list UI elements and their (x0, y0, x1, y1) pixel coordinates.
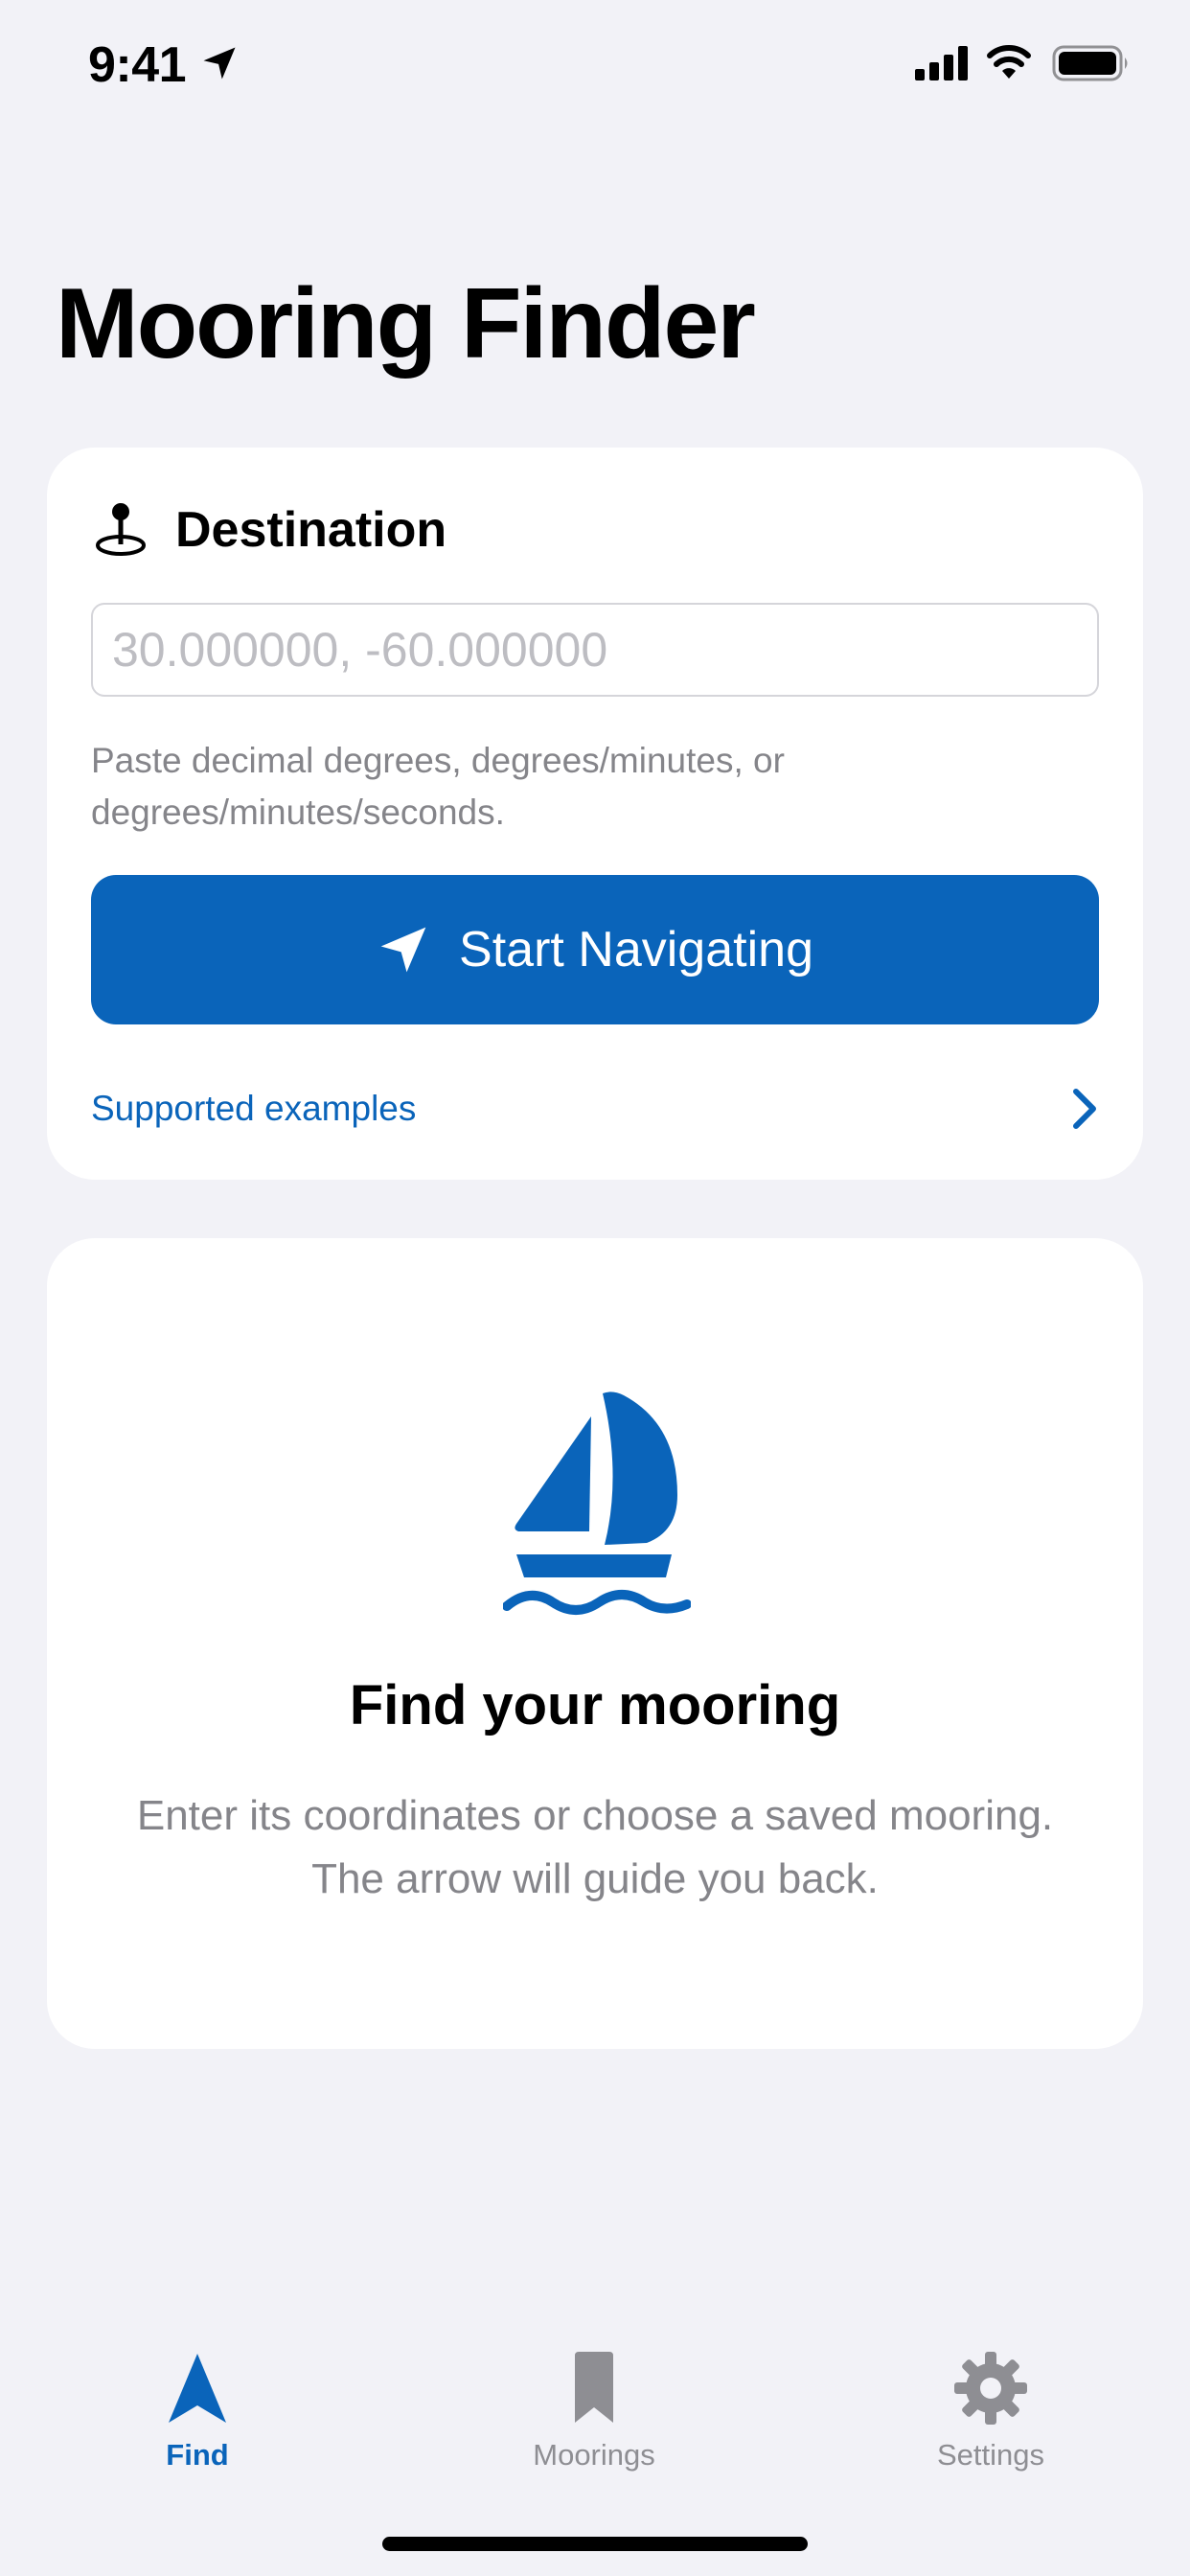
tab-label: Settings (936, 2438, 1044, 2472)
sailboat-icon (503, 1392, 691, 1615)
supported-examples-label: Supported examples (91, 1089, 417, 1128)
tab-settings[interactable]: Settings (866, 2338, 1115, 2482)
compass-arrow-icon (169, 2354, 226, 2423)
empty-state-card: Find your mooring Enter its coordinates … (47, 1238, 1143, 2049)
destination-title: Destination (175, 502, 447, 558)
cellular-signal-icon (915, 46, 968, 80)
battery-icon (1052, 45, 1128, 81)
supported-examples-link[interactable]: Supported examples (91, 1070, 1099, 1147)
home-indicator[interactable] (382, 2537, 808, 2551)
tab-label: Moorings (533, 2438, 655, 2472)
tab-find[interactable]: Find (73, 2338, 322, 2482)
start-navigating-button[interactable]: Start Navigating (91, 875, 1099, 1024)
status-time: 9:41 (88, 37, 187, 93)
bookmark-icon (575, 2352, 613, 2423)
tab-moorings[interactable]: Moorings (469, 2338, 719, 2482)
gear-icon (954, 2352, 1027, 2425)
destination-header: Destination (91, 500, 446, 560)
destination-card: Destination Paste decimal degrees, degre… (47, 448, 1143, 1180)
empty-state-body: Enter its coordinates or choose a saved … (136, 1792, 1054, 1902)
wifi-icon (987, 45, 1031, 79)
coordinates-input[interactable] (91, 603, 1099, 697)
tab-label: Find (166, 2438, 229, 2472)
map-pin-icon (96, 503, 146, 556)
chevron-right-icon (1073, 1089, 1096, 1129)
start-navigating-label: Start Navigating (459, 922, 813, 978)
helper-text: Paste decimal degrees, degrees/minutes, … (91, 741, 785, 832)
navigation-arrow-icon (380, 927, 426, 973)
empty-state-title: Find your mooring (349, 1674, 841, 1736)
page-title: Mooring Finder (56, 268, 756, 380)
location-arrow-icon (203, 47, 236, 80)
